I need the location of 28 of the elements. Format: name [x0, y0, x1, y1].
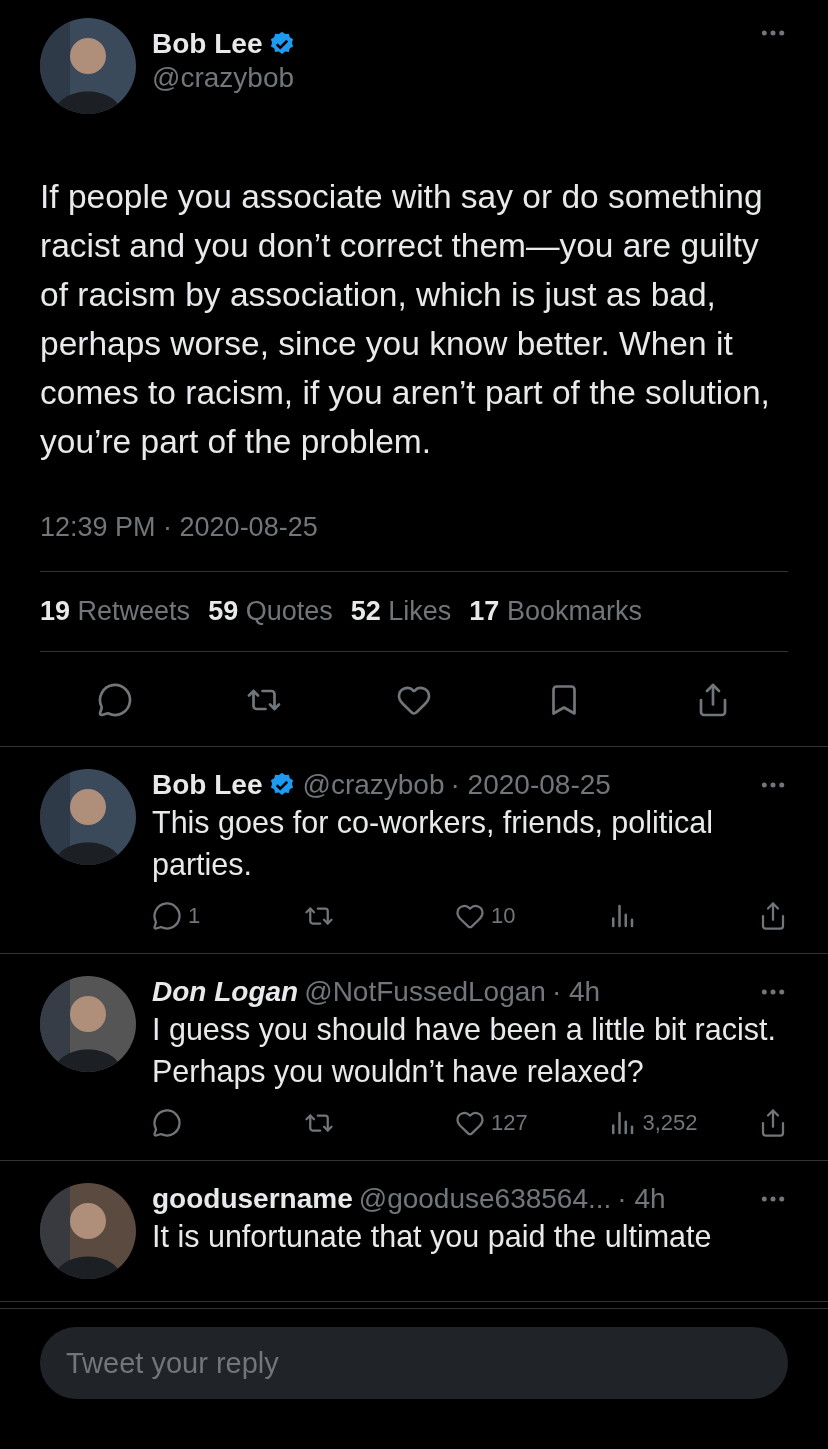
author-handle: @crazybob: [152, 62, 296, 94]
reply-text: I guess you should have been a little bit racist. Perhaps you wouldn’t have relaxed?: [152, 1011, 777, 1091]
reply-time: · 4h: [551, 976, 601, 1008]
reply-time: · 2020-08-25: [450, 769, 611, 801]
reply-text: It is unfortunate that you paid the ultimate: [152, 1218, 713, 1256]
author-handle: @crazybob: [302, 769, 445, 801]
stat-count[interactable]: 19 Retweets: [40, 596, 191, 627]
tweet-timestamp: 12:39 PM · 2020-08-25: [40, 512, 319, 543]
stat-count[interactable]: 59 Quotes: [208, 596, 333, 627]
tweet-text: If people you associate with say or do something racist and you don’t correct them—you are guilty of racism by association, which is just as bad, perhaps worse, since you know better. When it comes to racism, if you aren’t part of the solution, you’re part of the problem.: [40, 177, 771, 462]
stat-count[interactable]: 17 Bookmarks: [469, 596, 642, 627]
author-name: goodusername: [152, 1183, 353, 1215]
reply-time: · 4h: [617, 1183, 666, 1215]
author-name: Bob Lee: [152, 28, 263, 60]
author-handle: @gooduse638564...: [358, 1183, 612, 1215]
reply-input-field[interactable]: Tweet your reply: [40, 1327, 788, 1399]
action-count: 10: [491, 903, 516, 929]
author-name: Don Logan: [152, 976, 299, 1008]
reply-text: This goes for co-workers, friends, political parties.: [152, 804, 715, 884]
author-name: Bob Lee: [152, 769, 263, 801]
reply-icon[interactable]: [152, 1108, 182, 1138]
action-count: 3,252: [642, 1110, 698, 1136]
action-count: 1: [188, 903, 201, 929]
stat-count[interactable]: 52 Likes: [350, 596, 452, 627]
reply-icon[interactable]: [152, 901, 182, 931]
action-count: 127: [491, 1110, 528, 1136]
reply-icon[interactable]: [96, 682, 133, 718]
author-handle: @NotFussedLogan: [304, 976, 546, 1008]
